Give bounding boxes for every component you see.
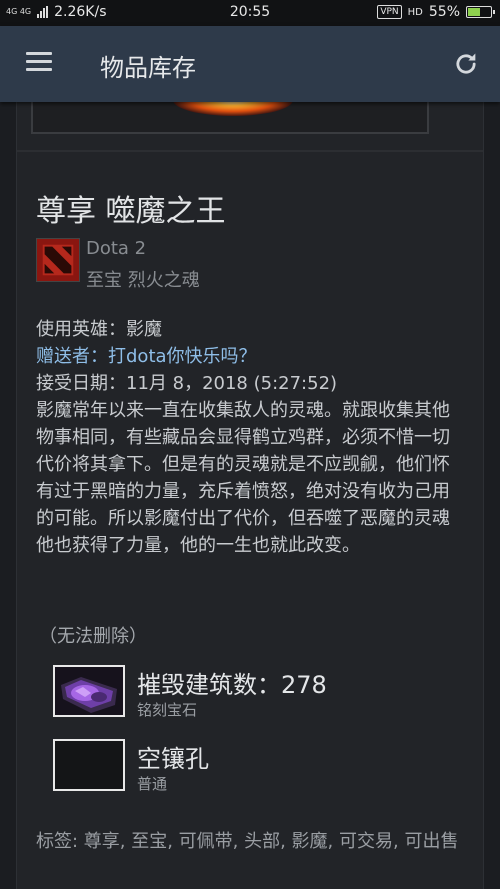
- gem-icon: [55, 667, 123, 715]
- gem-title: 空镶孔: [137, 745, 209, 773]
- menu-icon[interactable]: [26, 52, 52, 72]
- vpn-badge: VPN: [377, 5, 402, 19]
- battery-fill: [468, 8, 480, 16]
- item-name: 尊享 噬魔之王: [36, 194, 226, 229]
- status-bar: 4G 4G 2.26K/s 20:55 VPN HD 55%: [0, 0, 500, 26]
- gem-subtitle: 普通: [137, 775, 168, 793]
- item-description-block: 使用英雄：影魔 赠送者：打dota你快乐吗？ 接受日期：11月 8，2018 (…: [36, 316, 466, 559]
- item-detail-panel: 尊享 噬魔之王 Dota 2 至宝 烈火之魂 使用英雄：影魔 赠送者：打dota…: [16, 102, 484, 889]
- lore-text: 影魔常年以来一直在收集敌人的灵魂。就跟收集其他物事相同，有些藏品会显得鹤立鸡群，…: [36, 400, 450, 556]
- battery-icon: [466, 6, 495, 18]
- dota2-logo-icon: [36, 238, 80, 282]
- gem-subtitle: 铭刻宝石: [137, 701, 198, 719]
- gem-slot: 摧毁建筑数：278 铭刻宝石: [53, 665, 473, 719]
- gem-slot: 空镶孔 普通: [53, 739, 473, 793]
- inscribed-gem-thumbnail: [53, 665, 125, 717]
- flame-effect: [173, 102, 293, 116]
- gift-sender-link[interactable]: 赠送者：打dota你快乐吗？: [36, 343, 466, 370]
- no-delete-label: （无法删除）: [39, 626, 147, 647]
- hero-line: 使用英雄：影魔: [36, 319, 162, 340]
- divider: [17, 150, 483, 152]
- hd-call-icon: HD: [407, 6, 423, 18]
- item-tags: 标签: 尊享, 至宝, 可佩带, 头部, 影魔, 可交易, 可出售: [36, 831, 459, 852]
- game-name: Dota 2: [86, 238, 147, 259]
- app-bar: 物品库存: [0, 26, 500, 102]
- gem-title: 摧毁建筑数：278: [137, 671, 327, 699]
- item-type: 至宝 烈火之魂: [86, 270, 200, 291]
- empty-socket-thumbnail: [53, 739, 125, 791]
- page-title: 物品库存: [100, 54, 196, 82]
- item-preview-image: [31, 102, 429, 134]
- received-date: 接受日期：11月 8，2018 (5:27:52): [36, 373, 338, 394]
- refresh-icon[interactable]: [452, 50, 480, 78]
- battery-percent: 55%: [428, 4, 460, 20]
